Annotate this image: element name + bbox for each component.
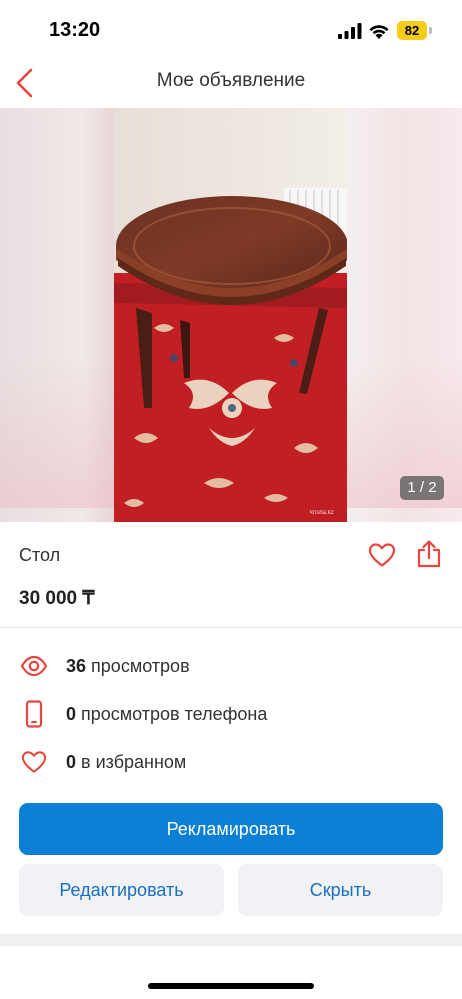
bottom-separator bbox=[0, 934, 462, 946]
share-button[interactable] bbox=[415, 539, 443, 569]
edit-button[interactable]: Редактировать bbox=[19, 864, 224, 916]
stat-favorites-text: 0 в избранном bbox=[66, 752, 186, 773]
stat-views-text: 36 просмотров bbox=[66, 656, 190, 677]
wifi-icon bbox=[369, 25, 389, 39]
page-title: Мое объявление bbox=[156, 70, 306, 91]
stat-phone-views-label: просмотров телефона bbox=[81, 704, 268, 724]
battery-tip bbox=[429, 27, 432, 34]
svg-text:krisha.kz: krisha.kz bbox=[310, 510, 334, 516]
stat-phone-views-text: 0 просмотров телефона bbox=[66, 704, 267, 725]
eye-icon bbox=[20, 652, 48, 680]
listing-price: 30 000 ₸ bbox=[19, 588, 95, 609]
stat-views-count: 36 bbox=[66, 656, 87, 676]
listing-photo[interactable]: krisha.kz bbox=[114, 108, 347, 522]
home-indicator bbox=[148, 983, 314, 989]
stat-views-label: просмотров bbox=[91, 656, 190, 676]
nav-bar: Мое объявление bbox=[0, 58, 462, 106]
listing-title: Стол bbox=[19, 545, 61, 565]
favorite-button[interactable] bbox=[368, 542, 396, 568]
promote-button[interactable]: Рекламировать bbox=[19, 803, 443, 855]
signal-icon bbox=[338, 23, 362, 39]
phone-icon bbox=[20, 700, 48, 728]
stat-favorites: 0 в избранном bbox=[0, 748, 462, 778]
stat-phone-views-count: 0 bbox=[66, 704, 77, 724]
stat-views: 36 просмотров bbox=[0, 652, 462, 682]
status-bar: 13:20 82 bbox=[0, 0, 462, 60]
stat-favorites-label: в избранном bbox=[81, 752, 187, 772]
stat-phone-views: 0 просмотров телефона bbox=[0, 700, 462, 730]
share-icon bbox=[417, 540, 441, 568]
photo-gallery[interactable]: krisha.kz 1 / 2 bbox=[0, 108, 462, 522]
battery-icon: 82 bbox=[397, 21, 427, 40]
status-time: 13:20 bbox=[49, 19, 101, 41]
hide-button[interactable]: Скрыть bbox=[238, 864, 443, 916]
divider bbox=[0, 627, 462, 628]
photo-counter: 1 / 2 bbox=[400, 476, 444, 500]
heart-icon bbox=[368, 543, 396, 567]
stat-favorites-count: 0 bbox=[66, 752, 77, 772]
heart-icon bbox=[20, 748, 48, 776]
